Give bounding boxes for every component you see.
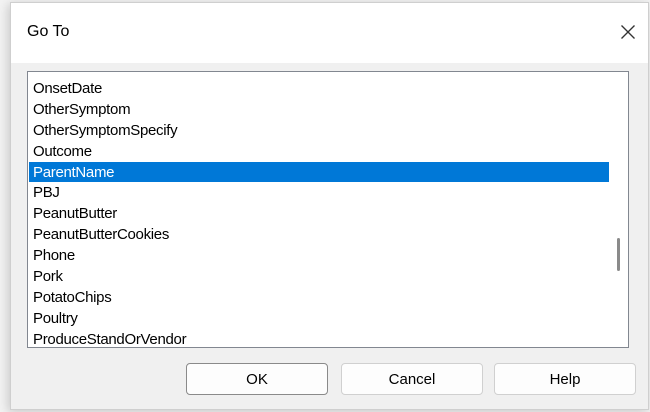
- vertical-scrollbar[interactable]: [610, 73, 627, 346]
- list-item[interactable]: PBJ: [29, 182, 609, 203]
- list-item[interactable]: OtherSymptomSpecify: [29, 120, 609, 141]
- close-button[interactable]: [608, 15, 648, 49]
- list-item[interactable]: Outcome: [29, 141, 609, 162]
- list-item[interactable]: OtherSymptom: [29, 99, 609, 120]
- field-listbox[interactable]: OnsetDate OtherSymptom OtherSymptomSpecify…: [27, 71, 629, 348]
- list-item[interactable]: PeanutButterCookies: [29, 224, 609, 245]
- help-button[interactable]: Help: [494, 363, 636, 395]
- list-item[interactable]: Phone: [29, 245, 609, 266]
- dialog-title: Go To: [27, 23, 70, 40]
- button-row: OK Cancel Help: [11, 363, 648, 397]
- ok-button[interactable]: OK: [186, 363, 328, 395]
- list-item[interactable]: Pork: [29, 266, 609, 287]
- field-list: OnsetDate OtherSymptom OtherSymptomSpecify…: [29, 78, 609, 347]
- scrollbar-thumb[interactable]: [617, 238, 620, 271]
- list-item[interactable]: ProduceStandOrVendor: [29, 329, 609, 347]
- title-bar: Go To: [11, 3, 648, 63]
- list-item[interactable]: Poultry: [29, 308, 609, 329]
- go-to-dialog: Go To OnsetDate OtherSymptom OtherSymptomS…: [10, 2, 649, 410]
- list-item[interactable]: OnsetDate: [29, 78, 609, 99]
- list-item-selected[interactable]: ParentName: [29, 161, 609, 183]
- close-icon: [621, 25, 635, 39]
- list-item[interactable]: PeanutButter: [29, 203, 609, 224]
- cancel-button[interactable]: Cancel: [341, 363, 483, 395]
- list-item[interactable]: PotatoChips: [29, 287, 609, 308]
